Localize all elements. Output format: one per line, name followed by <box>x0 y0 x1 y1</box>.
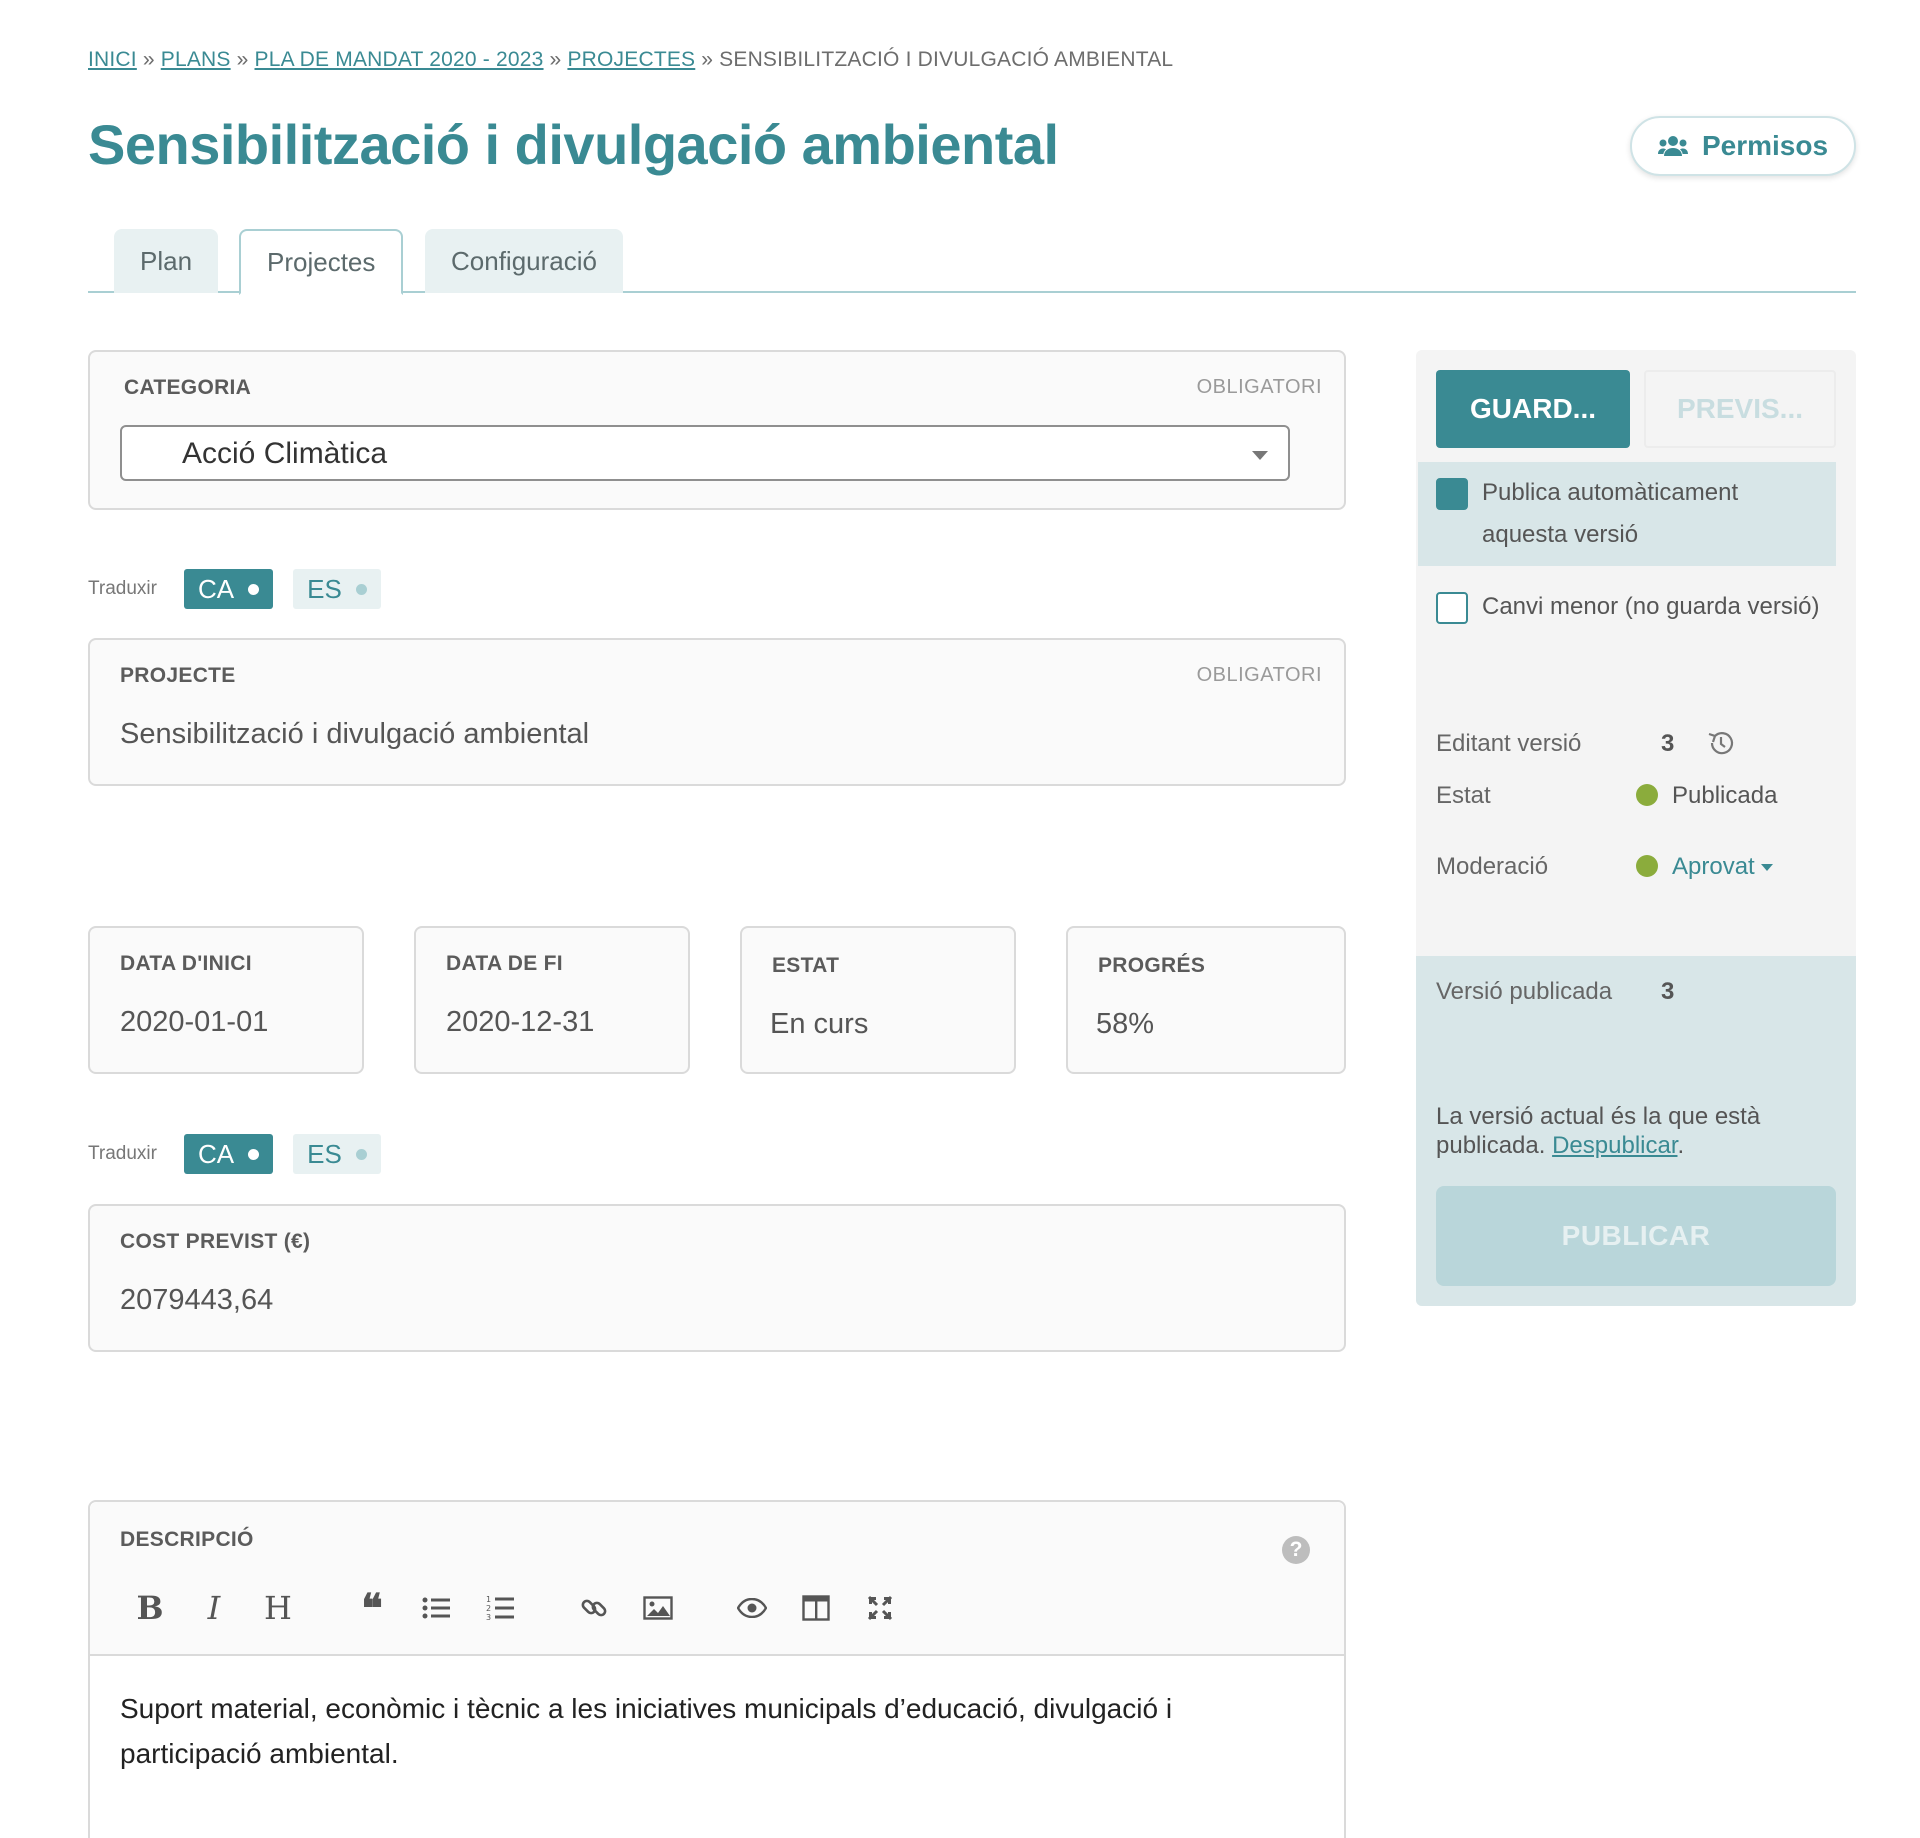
ordered-list-icon[interactable]: 123 <box>468 1588 532 1628</box>
breadcrumb-current: SENSIBILITZACIÓ I DIVULGACIÓ AMBIENTAL <box>719 48 1174 71</box>
cost-value: 2079443,64 <box>120 1284 274 1316</box>
category-value: Acció Climàtica <box>182 437 388 470</box>
translate-label: Traduxir <box>88 578 157 599</box>
minor-change-label: Canvi menor (no guarda versió) <box>1482 593 1820 620</box>
breadcrumb-link-plans[interactable]: PLANS <box>161 48 231 71</box>
dot-icon <box>355 1148 367 1160</box>
project-value: Sensibilització i divulgació ambiental <box>120 718 590 750</box>
breadcrumb-link-home[interactable]: INICI <box>88 48 137 71</box>
svg-text:2: 2 <box>486 1604 491 1613</box>
status-field[interactable]: ESTAT En curs <box>740 926 1016 1074</box>
published-version-value: 3 <box>1661 978 1675 1005</box>
side-by-side-icon[interactable] <box>784 1588 848 1628</box>
tab-configuration[interactable]: Configuració <box>425 229 623 293</box>
state-value: Publicada <box>1636 782 1777 810</box>
permissions-label: Permisos <box>1701 130 1829 161</box>
translate-row: Traduxir CA ES <box>88 1134 401 1174</box>
editor-header: DESCRIPCIÓ ? B I H ❝ 123 <box>90 1502 1344 1656</box>
svg-text:3: 3 <box>486 1613 491 1622</box>
status-value: En curs <box>770 1008 869 1040</box>
unpublish-link[interactable]: Despublicar <box>1552 1132 1677 1159</box>
description-text[interactable]: Suport material, econòmic i tècnic a les… <box>120 1686 1260 1776</box>
start-date-value: 2020-01-01 <box>120 1006 269 1038</box>
required-label: OBLIGATORI <box>1196 664 1322 686</box>
permissions-button[interactable]: Permisos <box>1630 116 1856 176</box>
italic-icon[interactable]: I <box>182 1588 246 1628</box>
preview-button[interactable]: PREVIS... <box>1644 370 1836 448</box>
tab-bar: Plan Projectes Configuració <box>88 227 1856 295</box>
history-icon[interactable] <box>1706 728 1736 758</box>
minor-change-checkbox[interactable] <box>1436 592 1468 624</box>
caret-down-icon <box>1760 864 1773 871</box>
tab-projects[interactable]: Projectes <box>239 229 404 295</box>
translate-label: Traduxir <box>88 1143 157 1164</box>
publish-sidebar: GUARD... PREVIS... Publica automàticamen… <box>1416 350 1856 1306</box>
start-date-field[interactable]: DATA D'INICI 2020-01-01 <box>88 926 364 1074</box>
tab-plan[interactable]: Plan <box>114 229 219 293</box>
cost-label: COST PREVIST (€) <box>120 1230 311 1253</box>
progress-label: PROGRÉS <box>1098 954 1206 977</box>
breadcrumb: INICI» PLANS» PLA DE MANDAT 2020 - 2023» PR… <box>88 48 1174 71</box>
dot-icon <box>248 1148 260 1160</box>
status-label: ESTAT <box>772 954 840 977</box>
auto-publish-checkbox[interactable] <box>1436 478 1468 510</box>
description-editor: DESCRIPCIÓ ? B I H ❝ 123 Suport material… <box>88 1500 1346 1838</box>
quote-icon[interactable]: ❝ <box>340 1585 404 1632</box>
published-panel: Versió publicada 3 La versió actual és l… <box>1416 956 1856 1306</box>
lang-ca-button[interactable]: CA <box>184 1134 274 1174</box>
state-label: Estat <box>1436 782 1491 809</box>
editing-version-label: Editant versió <box>1436 730 1582 757</box>
progress-field[interactable]: PROGRÉS 58% <box>1066 926 1346 1074</box>
dot-icon <box>355 583 367 595</box>
lang-ca-button[interactable]: CA <box>184 569 274 609</box>
unordered-list-icon[interactable] <box>404 1588 468 1628</box>
status-dot-icon <box>1636 855 1658 877</box>
translate-row: Traduxir CA ES <box>88 569 401 609</box>
preview-icon[interactable] <box>720 1588 784 1628</box>
category-select[interactable]: Acció Climàtica <box>120 425 1290 481</box>
description-label: DESCRIPCIÓ <box>120 1528 254 1551</box>
start-date-label: DATA D'INICI <box>120 952 252 975</box>
editing-version-value: 3 <box>1661 730 1675 757</box>
image-icon[interactable] <box>626 1588 690 1628</box>
end-date-field[interactable]: DATA DE FI 2020-12-31 <box>414 926 690 1074</box>
moderation-label: Moderació <box>1436 853 1549 880</box>
svg-text:1: 1 <box>486 1595 491 1604</box>
lang-es-button[interactable]: ES <box>293 569 381 609</box>
save-button[interactable]: GUARD... <box>1436 370 1630 448</box>
lang-es-button[interactable]: ES <box>293 1134 381 1174</box>
project-label: PROJECTE <box>120 664 236 687</box>
published-note: La versió actual és la que està publicad… <box>1436 1103 1761 1159</box>
required-label: OBLIGATORI <box>1196 376 1322 398</box>
publish-button[interactable]: PUBLICAR <box>1436 1186 1836 1286</box>
help-icon[interactable]: ? <box>1282 1536 1310 1564</box>
editor-toolbar: B I H ❝ 123 <box>118 1585 912 1632</box>
auto-publish-option[interactable]: Publica automàticament aquesta versió <box>1418 462 1836 566</box>
chevron-down-icon <box>1252 451 1268 460</box>
dot-icon <box>248 583 260 595</box>
bold-icon[interactable]: B <box>118 1588 182 1628</box>
end-date-value: 2020-12-31 <box>446 1006 595 1038</box>
users-icon <box>1657 136 1688 156</box>
published-version-label: Versió publicada <box>1436 978 1613 1005</box>
category-field: CATEGORIA OBLIGATORI Acció Climàtica <box>88 350 1346 510</box>
breadcrumb-link-projects[interactable]: PROJECTES <box>567 48 695 71</box>
heading-icon[interactable]: H <box>246 1588 310 1628</box>
minor-change-option[interactable]: Canvi menor (no guarda versió) <box>1418 576 1836 638</box>
link-icon[interactable] <box>562 1588 626 1628</box>
progress-value: 58% <box>1096 1008 1155 1040</box>
status-dot-icon <box>1636 784 1658 806</box>
category-label: CATEGORIA <box>124 376 252 399</box>
auto-publish-label: Publica automàticament aquesta versió <box>1482 479 1739 548</box>
moderation-dropdown[interactable]: Aprovat <box>1636 853 1773 881</box>
cost-field[interactable]: COST PREVIST (€) 2079443,64 <box>88 1204 1346 1352</box>
project-field[interactable]: PROJECTE OBLIGATORI Sensibilització i di… <box>88 638 1346 786</box>
page-title: Sensibilització i divulgació ambiental <box>88 113 1059 176</box>
breadcrumb-link-plan[interactable]: PLA DE MANDAT 2020 - 2023 <box>255 48 544 71</box>
end-date-label: DATA DE FI <box>446 952 563 975</box>
fullscreen-icon[interactable] <box>848 1588 912 1628</box>
